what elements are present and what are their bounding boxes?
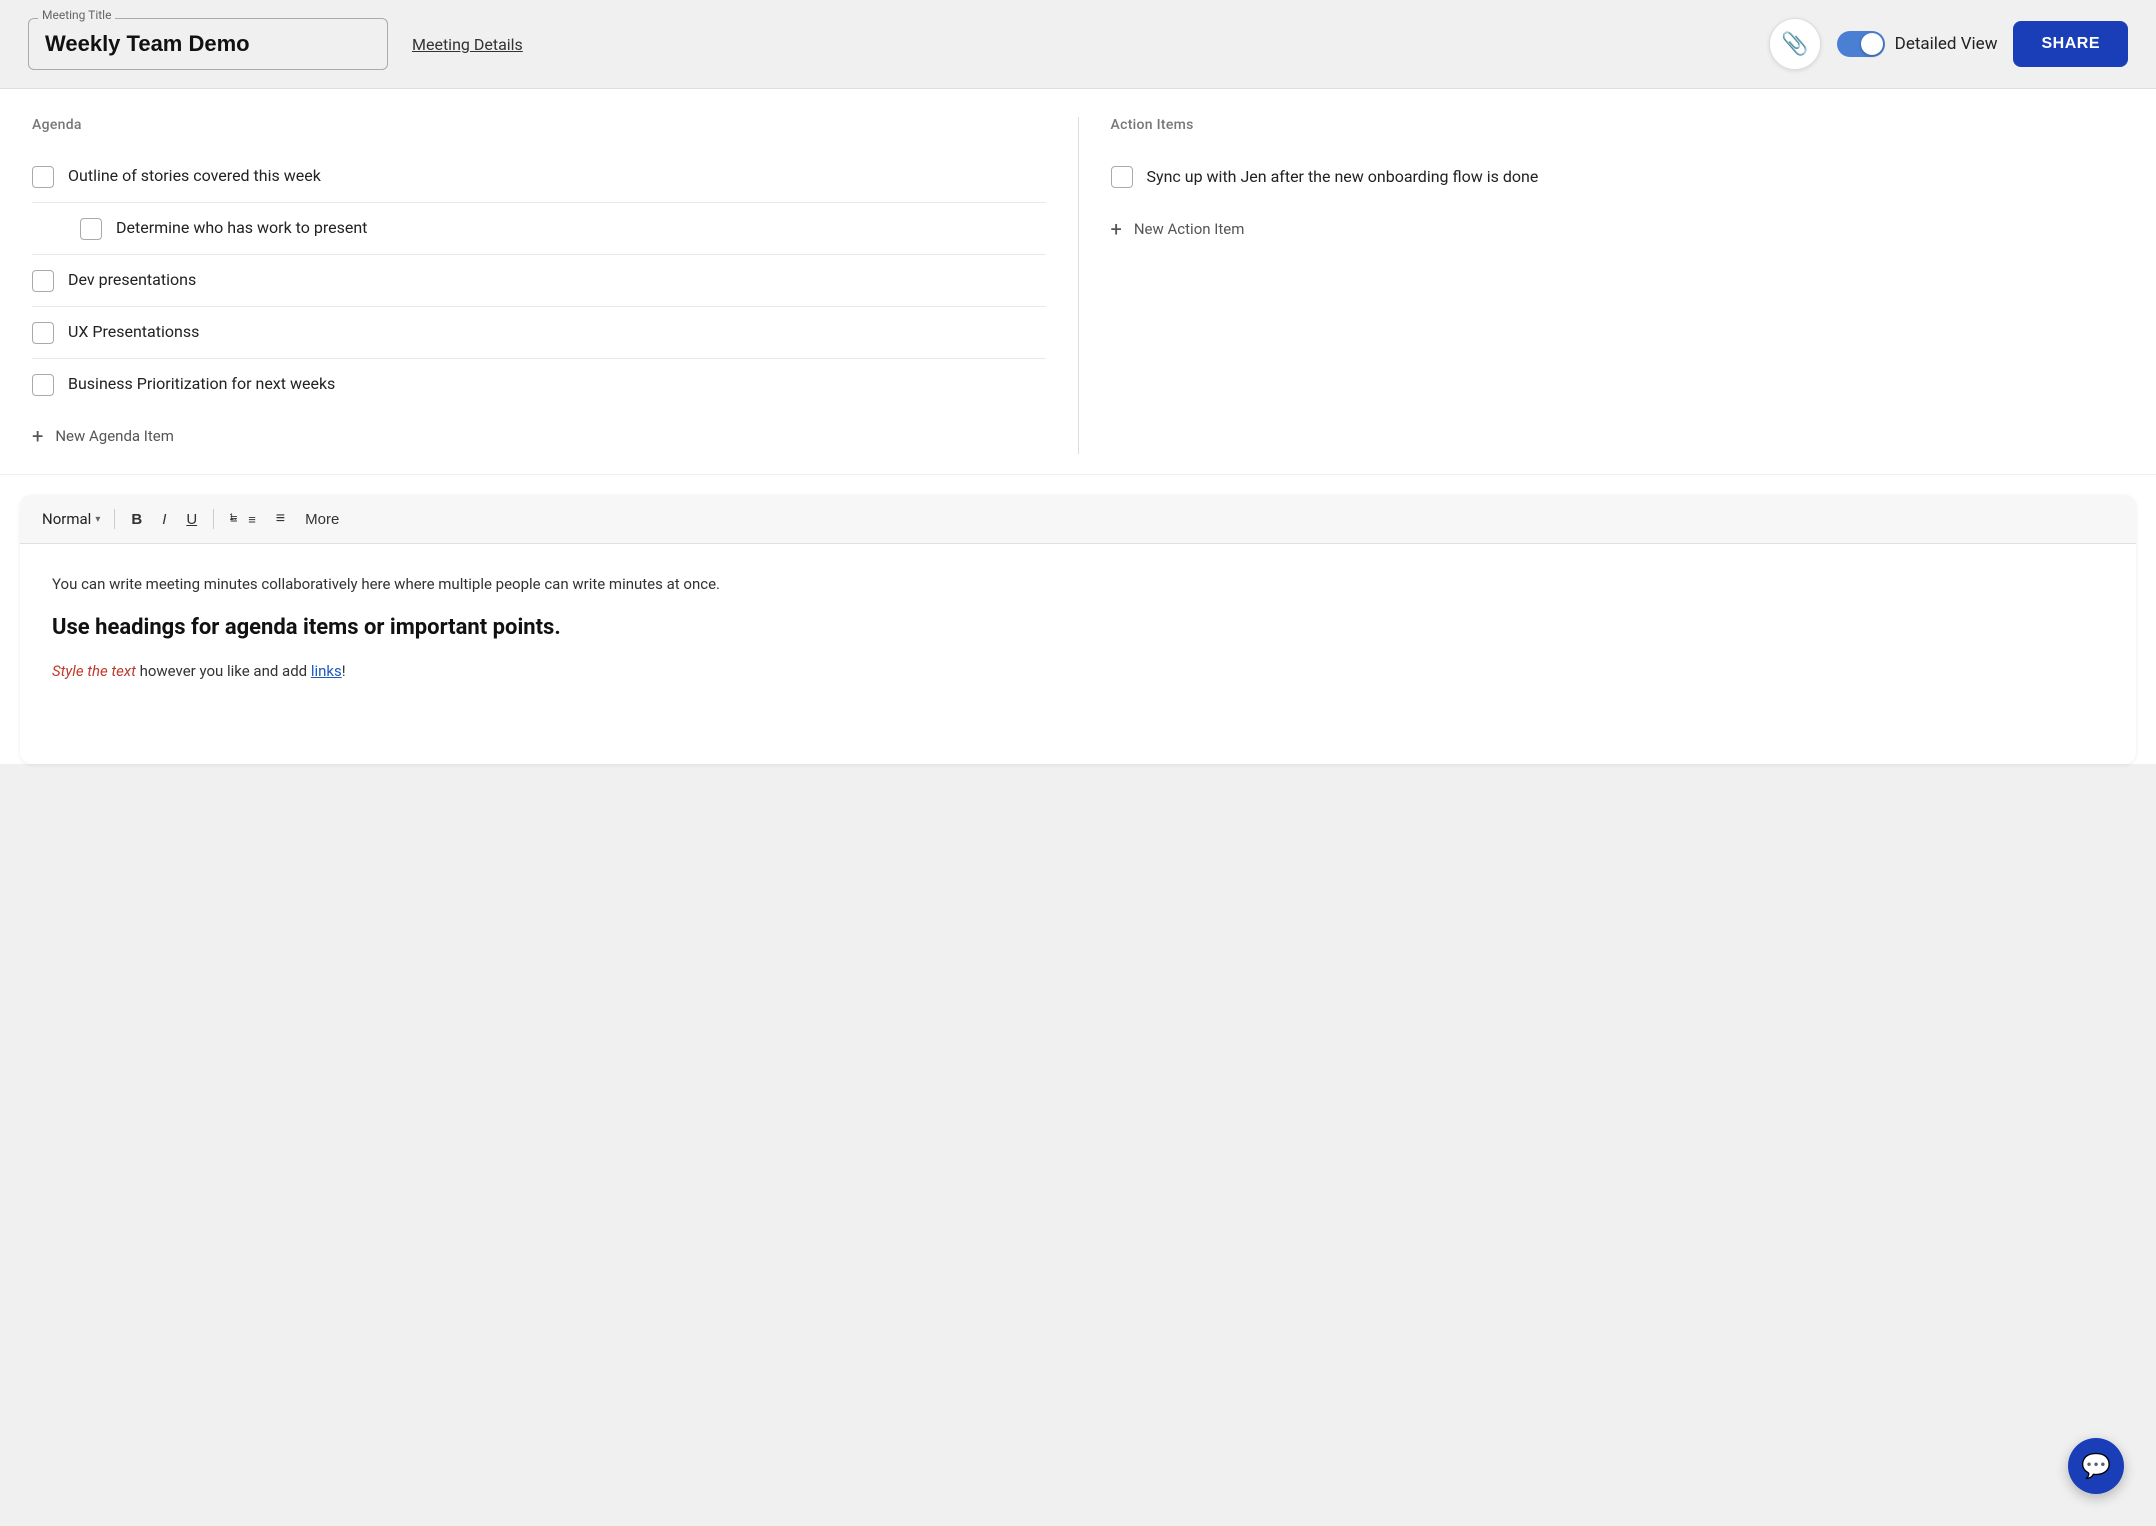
styled-link-text[interactable]: links — [311, 662, 342, 680]
main-content: Agenda Outline of stories covered this w… — [0, 89, 2156, 764]
header-right: 📎 Detailed View SHARE — [1769, 18, 2128, 70]
add-action-item-label: New Action Item — [1134, 220, 1245, 238]
meeting-title-field: Meeting Title — [28, 18, 388, 70]
toggle-thumb — [1861, 33, 1883, 55]
style-select-chevron: ▾ — [95, 514, 100, 525]
editor-body[interactable]: You can write meeting minutes collaborat… — [20, 544, 2136, 764]
agenda-item-2[interactable]: Determine who has work to present — [32, 203, 1046, 255]
meeting-title-label: Meeting Title — [38, 8, 115, 22]
share-button[interactable]: SHARE — [2013, 21, 2128, 67]
agenda-list: Outline of stories covered this week Det… — [32, 151, 1046, 410]
agenda-title: Agenda — [32, 117, 1046, 133]
action-items-column: Action Items Sync up with Jen after the … — [1111, 117, 2125, 454]
agenda-checkbox-5[interactable] — [32, 374, 54, 396]
action-item-text-1: Sync up with Jen after the new onboardin… — [1147, 165, 1539, 189]
attach-button[interactable]: 📎 — [1769, 18, 1821, 70]
styled-middle-text: however you like and add — [136, 662, 311, 680]
add-action-plus-icon: + — [1111, 219, 1122, 239]
action-item-1[interactable]: Sync up with Jen after the new onboardin… — [1111, 151, 2125, 203]
more-button[interactable]: More — [297, 506, 347, 533]
style-select[interactable]: Normal ▾ — [36, 506, 106, 532]
chat-fab-button[interactable]: 💬 — [2068, 1438, 2124, 1494]
svg-text:1.: 1. — [230, 512, 237, 522]
action-items-title: Action Items — [1111, 117, 2125, 133]
ordered-list-icon: ≡ 1. — [230, 511, 248, 527]
agenda-checkbox-4[interactable] — [32, 322, 54, 344]
unordered-list-button[interactable]: ≡ — [268, 505, 293, 533]
agenda-item-4[interactable]: UX Presentationss — [32, 307, 1046, 359]
agenda-item-text-1: Outline of stories covered this week — [68, 165, 321, 187]
toolbar-divider-2 — [213, 509, 214, 529]
agenda-item-5[interactable]: Business Prioritization for next weeks — [32, 359, 1046, 410]
agenda-item-1[interactable]: Outline of stories covered this week — [32, 151, 1046, 203]
add-agenda-item-row[interactable]: + New Agenda Item — [32, 410, 1046, 454]
action-items-list: Sync up with Jen after the new onboardin… — [1111, 151, 2125, 203]
unordered-list-icon: ≡ — [276, 510, 285, 528]
styled-italic-text: Style the text — [52, 662, 136, 680]
agenda-checkbox-3[interactable] — [32, 270, 54, 292]
agenda-item-text-5: Business Prioritization for next weeks — [68, 373, 335, 395]
bold-button[interactable]: B — [123, 506, 150, 533]
meeting-title-input[interactable] — [28, 18, 388, 70]
chat-fab-icon: 💬 — [2081, 1452, 2111, 1480]
add-agenda-plus-icon: + — [32, 426, 43, 446]
agenda-item-text-3: Dev presentations — [68, 269, 196, 291]
app-header: Meeting Title Meeting Details 📎 Detailed… — [0, 0, 2156, 89]
attach-icon: 📎 — [1781, 31, 1808, 57]
agenda-checkbox-1[interactable] — [32, 166, 54, 188]
style-select-label: Normal — [42, 510, 91, 528]
agenda-item-text-2: Determine who has work to present — [116, 217, 367, 239]
editor-styled-line: Style the text however you like and add … — [52, 659, 2104, 683]
detailed-view-label: Detailed View — [1895, 34, 1998, 54]
agenda-column: Agenda Outline of stories covered this w… — [32, 117, 1046, 454]
editor-para-1: You can write meeting minutes collaborat… — [52, 572, 2104, 596]
add-action-item-row[interactable]: + New Action Item — [1111, 203, 2125, 247]
action-checkbox-1[interactable] — [1111, 166, 1133, 188]
add-agenda-item-label: New Agenda Item — [55, 427, 174, 445]
agenda-item-3[interactable]: Dev presentations — [32, 255, 1046, 307]
toolbar-divider-1 — [114, 509, 115, 529]
editor-heading-1: Use headings for agenda items or importa… — [52, 614, 2104, 643]
column-divider — [1078, 117, 1079, 454]
ordered-list-button[interactable]: ≡ 1. ≡ — [222, 506, 264, 532]
italic-button[interactable]: I — [154, 506, 174, 533]
agenda-item-text-4: UX Presentationss — [68, 321, 199, 343]
meeting-details-link[interactable]: Meeting Details — [412, 35, 523, 54]
agenda-checkbox-2[interactable] — [80, 218, 102, 240]
styled-suffix-text: ! — [342, 662, 346, 680]
editor-section: Normal ▾ B I U ≡ 1. ≡ ≡ More You can w — [20, 495, 2136, 764]
detailed-view-toggle[interactable] — [1837, 31, 1885, 57]
agenda-action-columns: Agenda Outline of stories covered this w… — [0, 89, 2156, 475]
underline-button[interactable]: U — [178, 506, 205, 533]
detailed-view-toggle-row: Detailed View — [1837, 31, 1998, 57]
editor-toolbar: Normal ▾ B I U ≡ 1. ≡ ≡ More — [20, 495, 2136, 544]
